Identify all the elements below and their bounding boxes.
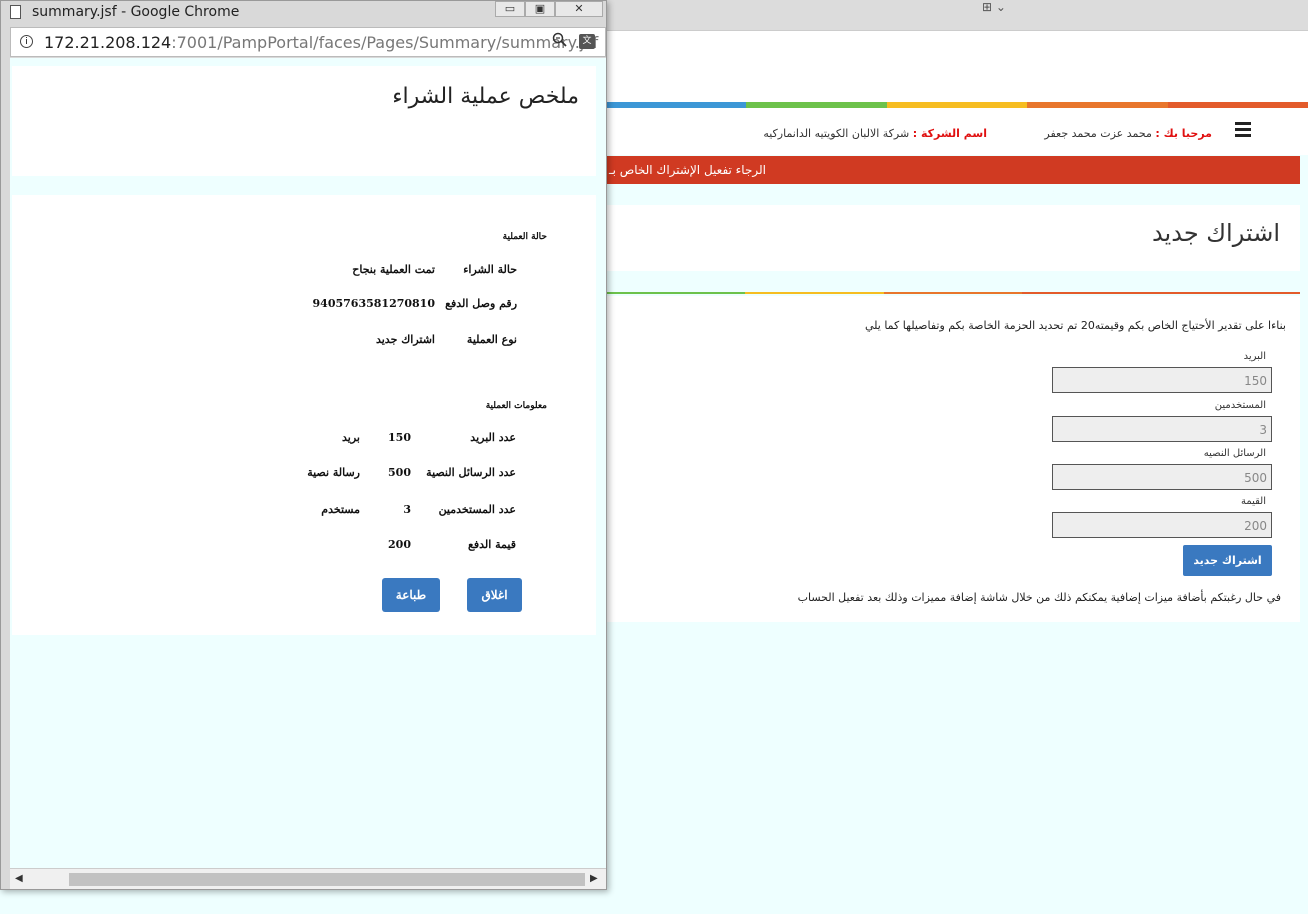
close-button[interactable]: اغلاق	[467, 578, 522, 612]
operation-type-value: اشتراك جديد	[375, 333, 435, 346]
color-segment	[606, 292, 745, 294]
sms-input[interactable]: 500	[1052, 464, 1272, 490]
summary-title: ملخص عملية الشراء	[392, 84, 579, 109]
info-count: 3	[403, 503, 411, 516]
company-label: اسم الشركة :	[912, 127, 987, 140]
scroll-right-icon[interactable]: ▶	[590, 873, 598, 884]
info-label: قيمة الدفع	[468, 538, 516, 551]
summary-popup-window: summary.jsf - Google Chrome ▭ ▣ ✕ i 172.…	[0, 0, 607, 890]
maximize-icon[interactable]: ▣	[525, 1, 555, 17]
info-count: 200	[388, 538, 411, 551]
new-subscription-header: اشتراك جديد	[606, 205, 1300, 271]
color-segment	[1161, 292, 1300, 294]
status-label: حالة الشراء	[463, 263, 517, 276]
new-subscription-button[interactable]: اشتراك جديد	[1183, 545, 1272, 576]
file-icon	[10, 5, 21, 19]
popup-title-bar[interactable]: summary.jsf - Google Chrome ▭ ▣ ✕	[1, 1, 606, 25]
header-color-bar	[606, 102, 1308, 108]
receipt-label: رقم وصل الدفع	[445, 297, 517, 310]
scroll-left-icon[interactable]: ◀	[15, 873, 23, 884]
info-count: 500	[388, 466, 411, 479]
field-label-users: المستخدمين	[1214, 400, 1266, 411]
value-input[interactable]: 200	[1052, 512, 1272, 538]
field-label-value: القيمة	[1240, 496, 1266, 507]
summary-header: ملخص عملية الشراء	[12, 66, 596, 176]
info-unit: مستخدم	[321, 503, 360, 516]
url-text[interactable]: 172.21.208.124:7001/PampPortal/faces/Pag…	[44, 33, 598, 52]
info-section-heading: معلومات العملية	[485, 401, 547, 411]
color-segment	[1022, 292, 1162, 294]
color-segment	[1027, 102, 1168, 108]
page-title: اشتراك جديد	[1151, 219, 1280, 247]
horizontal-scrollbar[interactable]: ◀ ▶	[10, 868, 606, 889]
status-section-heading: حالة العملية	[502, 232, 547, 242]
info-label: عدد الرسائل النصية	[426, 466, 516, 479]
users-input[interactable]: 3	[1052, 416, 1272, 442]
info-label: عدد المستخدمين	[438, 503, 516, 516]
info-label: عدد البريد	[470, 431, 516, 444]
color-segment	[606, 102, 747, 108]
section-color-bar	[606, 292, 1300, 294]
footnote-text: في حال رغبتكم بأضافة ميزات إضافية يمكنكم…	[797, 591, 1281, 604]
url-host: 172.21.208.124	[44, 33, 172, 52]
subscription-form: بناءا على تقدير الأحتياج الخاص بكم وقيمت…	[606, 296, 1300, 622]
alert-text: الرجاء تفعيل الإشتراك الخاص بـ	[609, 163, 766, 177]
field-label-sms: الرسائل النصيه	[1203, 448, 1266, 459]
scrollbar-thumb[interactable]	[69, 873, 585, 886]
status-value: تمت العملية بنجاح	[352, 263, 435, 276]
info-icon[interactable]: i	[20, 35, 33, 48]
color-segment	[886, 102, 1028, 108]
field-label-mail: البريد	[1243, 351, 1266, 362]
color-segment	[744, 292, 884, 294]
color-segment	[1167, 102, 1308, 108]
receipt-value: 9405763581270810	[312, 297, 435, 310]
zoom-icon[interactable]	[552, 32, 567, 51]
activation-alert: الرجاء تفعيل الإشتراك الخاص بـ	[606, 156, 1300, 184]
print-button[interactable]: طباعة	[382, 578, 440, 612]
company-name: شركة الالبان الكويتيه الدانماركيه	[763, 127, 910, 140]
user-name: محمد عزت محمد جعفر	[1044, 127, 1152, 140]
hamburger-menu-icon[interactable]	[1235, 122, 1251, 140]
background-window-controls-icon: ⊞ ⌄	[982, 0, 1006, 14]
info-unit: رسالة نصية	[307, 466, 360, 479]
close-icon[interactable]: ✕	[555, 1, 603, 17]
color-segment	[746, 102, 887, 108]
summary-body: حالة العملية حالة الشراء تمت العملية بنج…	[12, 195, 596, 635]
popup-window-title: summary.jsf - Google Chrome	[32, 4, 240, 20]
minimize-icon[interactable]: ▭	[495, 1, 525, 17]
color-segment	[883, 292, 1023, 294]
popup-content: ملخص عملية الشراء حالة العملية حالة الشر…	[10, 58, 606, 868]
operation-type-label: نوع العملية	[466, 333, 517, 346]
company-text: اسم الشركة : شركة الالبان الكويتيه الدان…	[763, 127, 987, 140]
welcome-text: مرحبا بك : محمد عزت محمد جعفر	[1044, 127, 1212, 140]
info-count: 150	[388, 431, 411, 444]
translate-icon[interactable]: 文	[579, 34, 595, 49]
intro-text: بناءا على تقدير الأحتياج الخاص بكم وقيمت…	[864, 319, 1286, 332]
popup-address-bar[interactable]: i 172.21.208.124:7001/PampPortal/faces/P…	[10, 27, 606, 57]
url-path: :7001/PampPortal/faces/Pages/Summary/sum…	[171, 33, 599, 52]
welcome-label: مرحبا بك :	[1155, 127, 1212, 140]
mail-input[interactable]: 150	[1052, 367, 1272, 393]
info-unit: بريد	[342, 431, 360, 444]
